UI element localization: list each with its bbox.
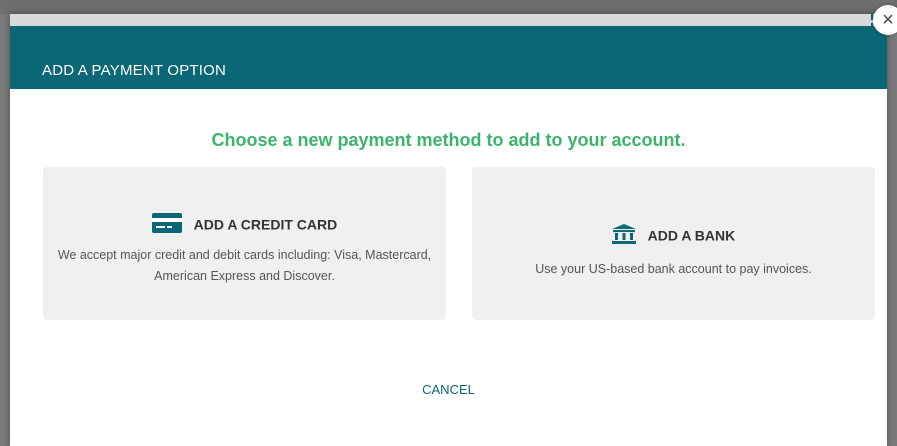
bank-label: ADD A BANK [647, 227, 736, 244]
add-bank-option[interactable]: ADD A BANK Use your US-based bank accoun… [472, 167, 875, 320]
bank-heading: ADD A BANK [472, 224, 875, 247]
modal-header: ADD A PAYMENT OPTION [10, 26, 887, 89]
modal-title: ADD A PAYMENT OPTION [42, 62, 227, 79]
credit-card-description: We accept major credit and debit cards i… [57, 248, 432, 283]
modal-subtitle: Choose a new payment method to add to yo… [211, 130, 686, 150]
credit-card-label: ADD A CREDIT CARD [193, 216, 338, 233]
backdrop-top-strip [0, 0, 897, 14]
cancel-button[interactable]: CANCEL [10, 382, 887, 397]
bank-icon [611, 224, 636, 247]
modal-top-bar [10, 14, 887, 26]
credit-card-icon [151, 213, 182, 236]
add-credit-card-option[interactable]: ADD A CREDIT CARD We accept major credit… [43, 167, 446, 320]
payment-option-modal: ADD A PAYMENT OPTION Choose a new paymen… [10, 14, 887, 446]
close-icon[interactable]: × [873, 5, 897, 35]
credit-card-heading: ADD A CREDIT CARD [43, 213, 446, 236]
bank-description: Use your US-based bank account to pay in… [535, 262, 812, 276]
